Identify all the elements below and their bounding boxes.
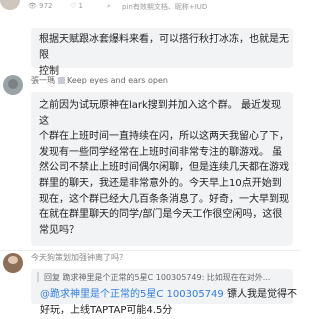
post-line: 发现有一些同学经常在上班时间非常专注的聊游戏。 虽 — [39, 146, 283, 158]
post-author[interactable]: 張一瑪 Keep eyes and ears open — [31, 75, 168, 86]
reply-message-text: @跪求神里是个正常的5星C 100305749 镖人我是觉得不 好玩，上线TAP… — [40, 287, 297, 319]
post-message-text: 之前因为试玩原神在lark搜到并加入这个群。 最近发现这 个群在上班时间一直持续… — [39, 98, 289, 238]
post-line: 常见吗？ — [39, 224, 79, 236]
quote-bar — [37, 272, 39, 282]
quoted-line-1: 根据天赋跟冰套爆料来看，可以搭行秋打冰冻，也就是无限 — [39, 34, 289, 61]
like-count-value: 1 — [78, 2, 83, 10]
mention-link[interactable]: @跪求神里是个正常的5星C 100305749 — [40, 289, 224, 300]
reply-author[interactable]: 今天狗策划加强钟离了吗？ — [31, 252, 127, 263]
divider — [0, 250, 300, 251]
pin-tag-text: pin有效期文档、昵称+IUD — [122, 3, 208, 11]
reply-text-line-2: 好玩，上线TAPTAP可能4.5分 — [40, 305, 173, 316]
author-signature: Keep eyes and ears open — [67, 76, 168, 85]
status-icon — [58, 77, 65, 84]
search-icon[interactable]: ⌕ — [107, 2, 111, 11]
avatar[interactable] — [3, 253, 23, 273]
view-count-value: 972 — [39, 2, 53, 10]
previous-user-avatar — [0, 0, 20, 10]
post-line: 在就在群里聊天的同学/部门是今天工作很空闲吗，这很 — [39, 209, 283, 221]
post-line: 个群在上班时间一直持续在闪，所以这两天我留心了下， — [39, 131, 289, 143]
post-line: 然公司不禁止上班时间偶尔闲聊，但是连续几天都在游戏 — [39, 162, 289, 174]
reply-message-bubble: @跪求神里是个正常的5星C 100305749 镖人我是觉得不 好玩，上线TAP… — [31, 285, 297, 316]
avatar[interactable] — [3, 75, 23, 95]
quoted-message-text: 根据天赋跟冰套爆料来看，可以搭行秋打冰冻，也就是无限 控制 — [39, 32, 289, 80]
quoted-message: 根据天赋跟冰套爆料来看，可以搭行秋打冰冻，也就是无限 控制 — [31, 28, 293, 77]
post-line: 群里的聊天，我还是非常意外的。今天早上10点开始到 — [39, 177, 282, 189]
post-message-bubble: 之前因为试玩原神在lark搜到并加入这个群。 最近发现这 个群在上班时间一直持续… — [31, 92, 293, 246]
reply-text: 镖人我是觉得不 — [223, 289, 297, 300]
post-line: 现在，这个群已经大几百条条消息了。好奇，一大早到现 — [39, 193, 289, 205]
post-line: 之前因为试玩原神在lark搜到并加入这个群。 最近发现这 — [39, 100, 281, 127]
post-stats-bar: 👁 972 ♡ 1 ⌕ pin有效期文档、昵称+IUD — [0, 0, 300, 14]
like-count[interactable]: ♡ 1 — [70, 2, 83, 10]
reply-quote-text: 回复 跪求神里是个正常的5星C 100305749: 比如现在在对外... — [44, 273, 271, 282]
author-name: 張一瑪 — [31, 76, 55, 85]
view-count: 👁 972 — [28, 2, 53, 10]
